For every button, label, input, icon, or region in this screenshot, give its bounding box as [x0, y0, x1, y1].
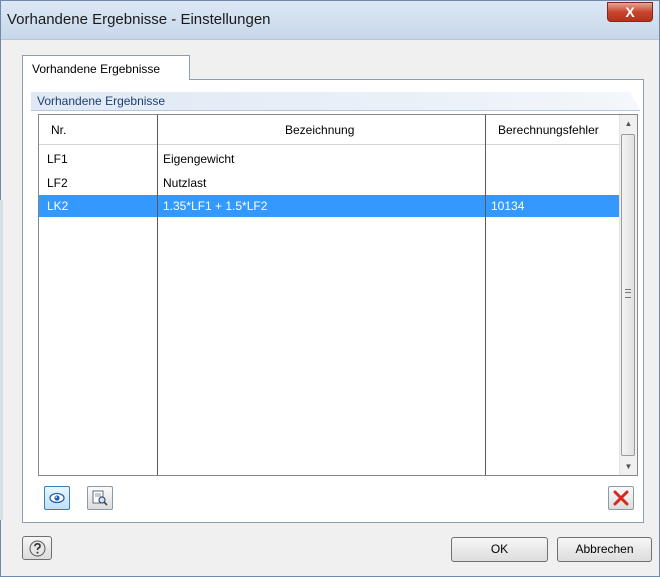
tab-label: Vorhandene Ergebnisse [32, 62, 161, 76]
tab-vorhandene-ergebnisse[interactable]: Vorhandene Ergebnisse [22, 55, 190, 80]
scroll-up-icon[interactable]: ▲ [620, 115, 637, 132]
eye-icon [49, 492, 65, 504]
cell-bezeichnung: 1.35*LF1 + 1.5*LF2 [163, 199, 268, 213]
delete-button[interactable] [608, 486, 634, 510]
cell-bezeichnung: Nutzlast [163, 176, 207, 190]
column-divider [485, 115, 486, 475]
vertical-scrollbar[interactable]: ▲ ▼ [619, 115, 637, 475]
section-title: Vorhandene Ergebnisse [37, 94, 166, 108]
cell-nr: LK2 [47, 199, 69, 213]
cell-berechnungsfehler: 10134 [491, 199, 525, 213]
section-header: Vorhandene Ergebnisse [31, 92, 640, 111]
table-row[interactable]: LF1 Eigengewicht [39, 148, 619, 170]
cell-nr: LF1 [47, 152, 68, 166]
ok-button[interactable]: OK [451, 537, 548, 562]
table-row[interactable]: LF2 Nutzlast [39, 172, 619, 194]
column-header-label: Bezeichnung [285, 123, 355, 137]
close-icon: X [625, 4, 635, 20]
title-bar[interactable]: Vorhandene Ergebnisse - Einstellungen X [1, 1, 659, 40]
cancel-button[interactable]: Abbrechen [557, 537, 652, 562]
view-button[interactable] [44, 486, 70, 510]
column-header-label: Berechnungsfehler [498, 123, 599, 137]
close-button[interactable]: X [607, 2, 653, 22]
table-row-selected[interactable]: LK2 1.35*LF1 + 1.5*LF2 10134 [39, 195, 619, 217]
column-header-label: Nr. [51, 123, 67, 137]
column-header-nr[interactable]: Nr. [39, 115, 157, 145]
scrollbar-thumb[interactable] [621, 134, 635, 456]
scroll-down-icon[interactable]: ▼ [620, 458, 637, 475]
help-button[interactable] [22, 536, 52, 560]
grip-icon [625, 289, 631, 298]
preview-button[interactable] [87, 486, 113, 510]
column-header-berechnungsfehler[interactable]: Berechnungsfehler [486, 115, 620, 145]
magnifier-icon [92, 490, 108, 506]
column-header-bezeichnung[interactable]: Bezeichnung [158, 115, 485, 145]
results-table: Nr. Bezeichnung Berechnungsfehler LF1 Ei… [38, 114, 638, 476]
left-edge-decoration [0, 200, 3, 520]
red-x-icon [613, 490, 629, 506]
help-icon [29, 540, 46, 557]
column-divider [157, 115, 158, 475]
window-title: Vorhandene Ergebnisse - Einstellungen [7, 11, 271, 28]
cell-nr: LF2 [47, 176, 68, 190]
cell-bezeichnung: Eigengewicht [163, 152, 235, 166]
